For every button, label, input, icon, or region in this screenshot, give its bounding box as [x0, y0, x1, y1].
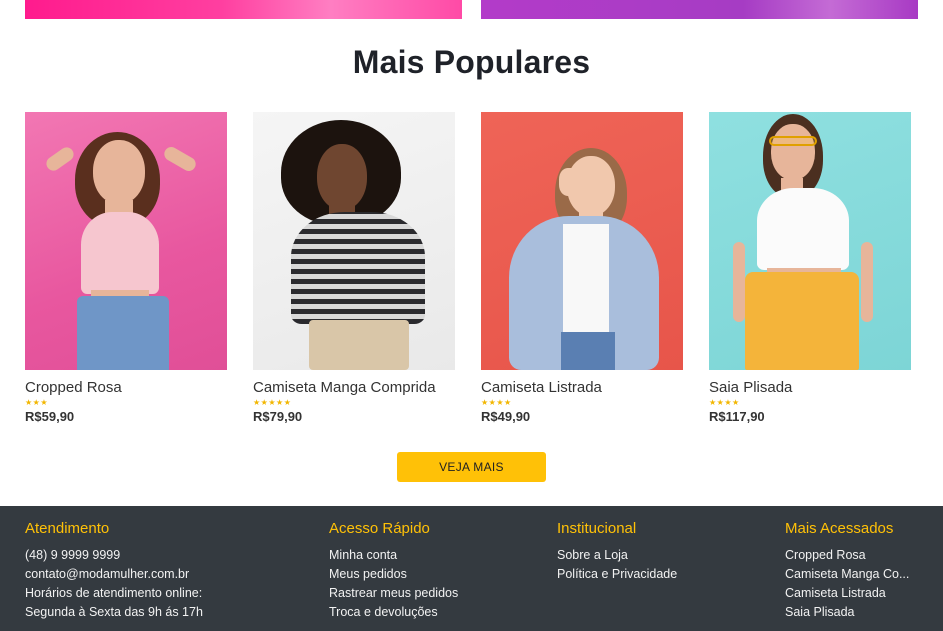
product-rating-stars: ★★★★: [709, 398, 740, 407]
product-name[interactable]: Camiseta Manga Comprida: [253, 379, 455, 396]
footer-link-meus-pedidos[interactable]: Meus pedidos: [329, 567, 407, 581]
footer-link-saia-plisada[interactable]: Saia Plisada: [785, 605, 855, 619]
product-card[interactable]: Cropped Rosa ★★★ R$59,90: [25, 112, 227, 424]
footer-institucional-title: Institucional: [557, 520, 637, 537]
product-price: R$117,90: [709, 409, 765, 424]
product-card[interactable]: Saia Plisada ★★★★ R$117,90: [709, 112, 911, 424]
product-image[interactable]: [25, 112, 227, 370]
product-card[interactable]: Camiseta Listrada ★★★★ R$49,90: [481, 112, 683, 424]
product-image[interactable]: [253, 112, 455, 370]
product-card[interactable]: Camiseta Manga Comprida ★★★★★ R$79,90: [253, 112, 455, 424]
section-title: Mais Populares: [352, 44, 591, 80]
footer-link-troca-devolucoes[interactable]: Troca e devoluções: [329, 605, 438, 619]
footer-link-sobre-loja[interactable]: Sobre a Loja: [557, 548, 628, 562]
footer-acesso-rapido: Acesso Rápido Minha conta Meus pedidos R…: [329, 520, 529, 622]
product-image[interactable]: [709, 112, 911, 370]
promo-banner-left[interactable]: [25, 0, 462, 19]
footer-atendimento-title: Atendimento: [25, 520, 110, 537]
footer-acesso-rapido-title: Acesso Rápido: [329, 520, 430, 537]
product-image[interactable]: [481, 112, 683, 370]
view-more-button[interactable]: VEJA MAIS: [397, 452, 546, 482]
product-price: R$79,90: [253, 409, 303, 424]
footer-mais-acessados: Mais Acessados Cropped Rosa Camiseta Man…: [785, 520, 915, 622]
product-price: R$49,90: [481, 409, 531, 424]
product-name[interactable]: Saia Plisada: [709, 379, 911, 396]
footer-link-rastrear-pedidos[interactable]: Rastrear meus pedidos: [329, 586, 458, 600]
promo-banner-right[interactable]: [481, 0, 918, 19]
footer-hours: Segunda à Sexta das 9h ás 17h: [25, 605, 203, 619]
footer-hours-label: Horários de atendimento online:: [25, 586, 203, 600]
footer-email: contato@modamulher.com.br: [25, 567, 190, 581]
product-rating-stars: ★★★★★: [253, 398, 292, 407]
footer-mais-acessados-title: Mais Acessados: [785, 520, 894, 537]
footer-link-camiseta-listrada[interactable]: Camiseta Listrada: [785, 586, 886, 600]
footer-institucional: Institucional Sobre a Loja Política e Pr…: [557, 520, 757, 584]
footer-link-politica-privacidade[interactable]: Política e Privacidade: [557, 567, 677, 581]
footer-link-minha-conta[interactable]: Minha conta: [329, 548, 397, 562]
product-name[interactable]: Cropped Rosa: [25, 379, 227, 396]
footer-link-camiseta-manga[interactable]: Camiseta Manga Co...: [785, 567, 909, 581]
footer-atendimento: Atendimento (48) 9 9999 9999 contato@mod…: [25, 520, 285, 622]
footer-link-cropped-rosa[interactable]: Cropped Rosa: [785, 548, 866, 562]
site-footer: Atendimento (48) 9 9999 9999 contato@mod…: [0, 506, 943, 631]
product-rating-stars: ★★★: [25, 398, 49, 407]
product-name[interactable]: Camiseta Listrada: [481, 379, 683, 396]
footer-phone: (48) 9 9999 9999: [25, 548, 121, 562]
product-rating-stars: ★★★★: [481, 398, 512, 407]
product-price: R$59,90: [25, 409, 75, 424]
